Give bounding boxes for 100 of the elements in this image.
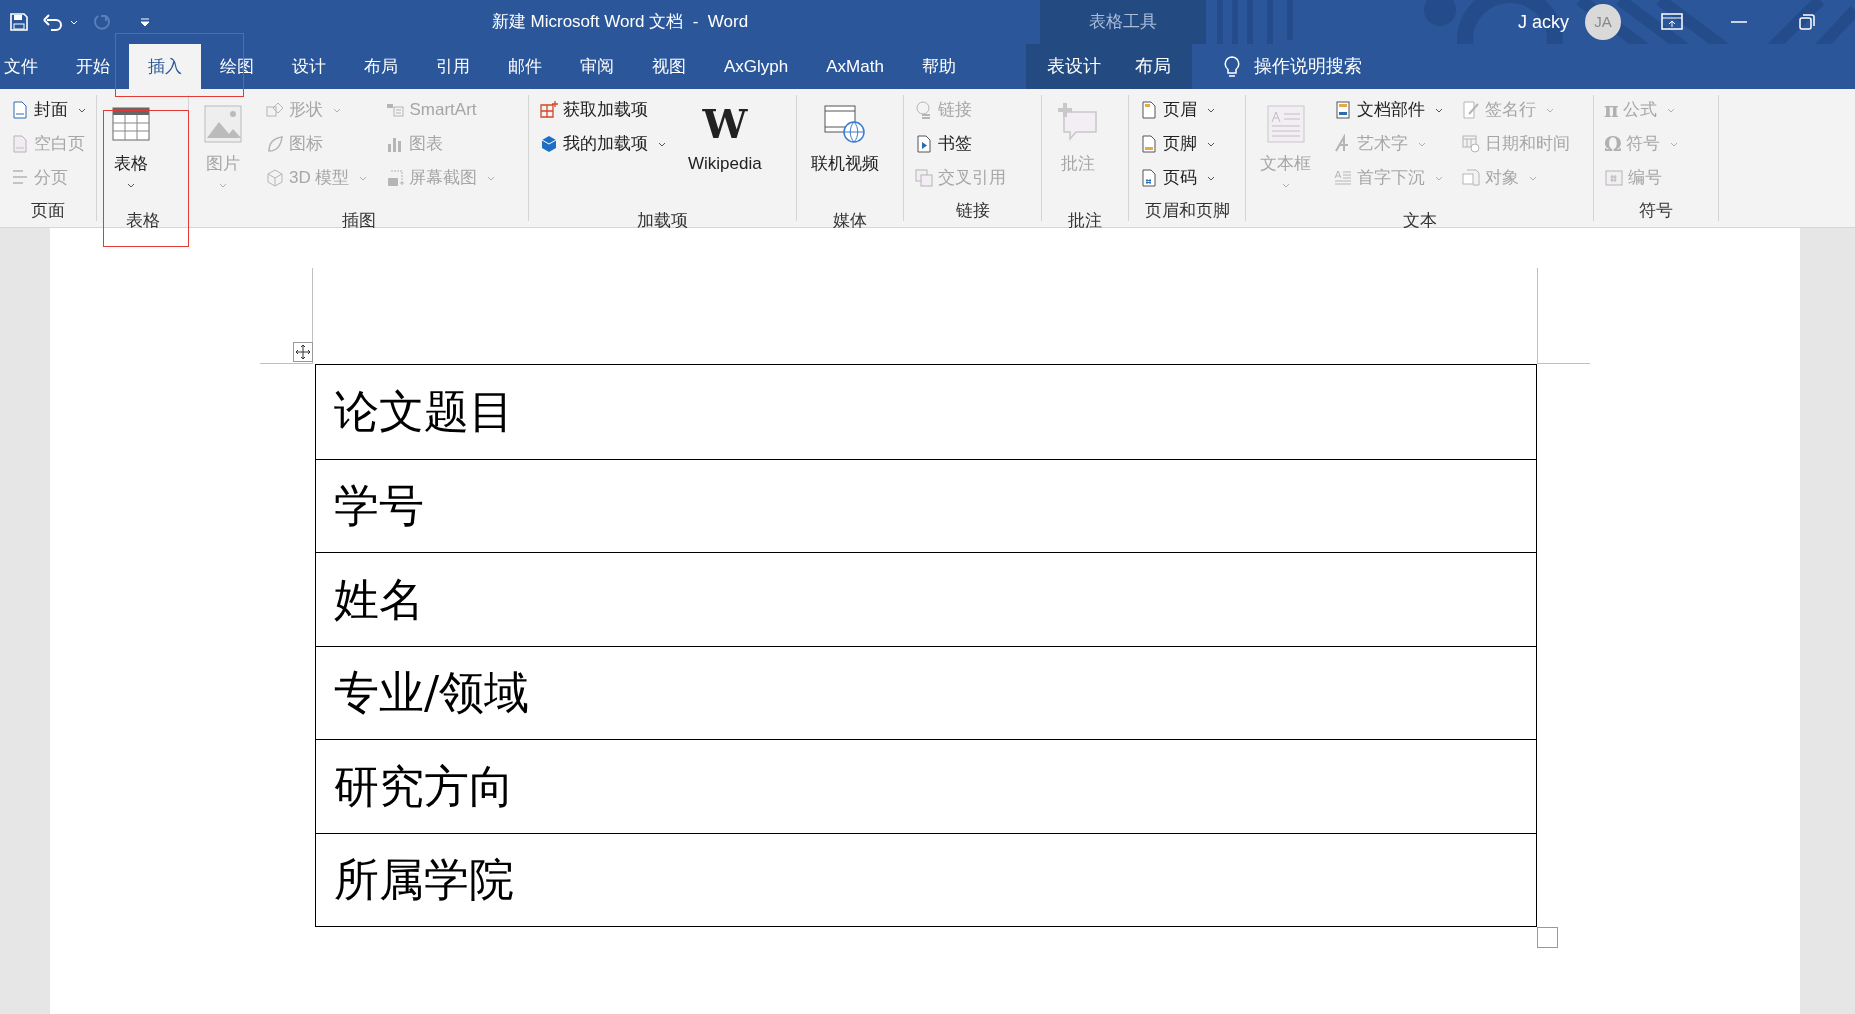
caret-icon bbox=[1435, 175, 1443, 181]
undo-icon[interactable] bbox=[42, 13, 64, 31]
cube-icon bbox=[265, 168, 285, 188]
caret-icon bbox=[219, 183, 227, 188]
group-label: 页面 bbox=[30, 201, 66, 221]
caret-icon bbox=[658, 141, 666, 147]
caret-icon bbox=[359, 175, 368, 181]
redo-icon bbox=[92, 12, 112, 32]
numbering-icon bbox=[1604, 168, 1624, 188]
table-cell: 研究方向 bbox=[316, 739, 1536, 833]
window-title: 新建 Microsoft Word 文档 - Word bbox=[491, 11, 749, 34]
caret-icon bbox=[1207, 175, 1215, 181]
ribbon-tab[interactable]: 设计 bbox=[273, 44, 345, 89]
shapes-icon bbox=[265, 100, 285, 120]
caret-icon bbox=[1435, 107, 1443, 113]
ribbon-button[interactable]: 我的加载项 bbox=[539, 127, 666, 161]
caret-icon[interactable] bbox=[70, 19, 78, 25]
object-icon bbox=[1461, 168, 1481, 188]
table-cell-text: 论文题目 bbox=[333, 384, 515, 440]
group-label: 链接 bbox=[954, 201, 991, 221]
ribbon-button[interactable]: 获取加载项 bbox=[539, 93, 666, 127]
ribbon-button[interactable]: 页码 bbox=[1139, 161, 1215, 195]
page-number-icon bbox=[1139, 168, 1159, 188]
ribbon-tab[interactable]: 布局 bbox=[345, 44, 417, 89]
symbol-icon: Ω bbox=[1604, 134, 1622, 154]
ribbon-button[interactable]: 书签 bbox=[914, 127, 1006, 161]
table-move-handle[interactable] bbox=[293, 342, 313, 362]
ribbon-button[interactable]: 页脚 bbox=[1139, 127, 1215, 161]
caret-icon bbox=[127, 183, 135, 188]
caret-icon bbox=[1669, 141, 1678, 147]
ribbon-button[interactable]: 表格 bbox=[107, 93, 155, 211]
minimize-icon[interactable] bbox=[1731, 20, 1747, 24]
caret-icon bbox=[1281, 183, 1290, 188]
ribbon-button[interactable]: 封面 bbox=[10, 93, 86, 127]
caret-icon bbox=[78, 107, 86, 113]
ribbon-tab[interactable]: AxMath bbox=[807, 44, 903, 89]
table-cell: 学号 bbox=[316, 458, 1536, 552]
caret-icon bbox=[1207, 141, 1215, 147]
ribbon-tab[interactable]: 插入 bbox=[129, 44, 201, 89]
group-label: 符号 bbox=[1638, 201, 1674, 221]
table-cell: 所属学院 bbox=[316, 832, 1536, 926]
customize-toolbar-icon[interactable] bbox=[140, 17, 150, 27]
video-icon bbox=[823, 102, 867, 146]
add-in-grid-icon bbox=[539, 100, 559, 120]
ribbon-tab[interactable]: 引用 bbox=[417, 44, 489, 89]
camera-icon bbox=[385, 168, 406, 188]
group-label: 表格 bbox=[124, 211, 161, 231]
lightbulb-icon bbox=[1224, 55, 1240, 78]
calendar-clock-icon bbox=[1461, 134, 1481, 154]
leaf-icon bbox=[265, 134, 285, 154]
ribbon-tab[interactable]: 视图 bbox=[633, 44, 705, 89]
ribbon-tab[interactable]: 开始 bbox=[57, 44, 129, 89]
bookmark-icon bbox=[914, 134, 934, 154]
group-label: 页眉和页脚 bbox=[1143, 201, 1231, 221]
picture-icon bbox=[203, 104, 243, 144]
group-label: 媒体 bbox=[832, 211, 868, 231]
table-cell: 姓名 bbox=[316, 552, 1536, 646]
caret-icon bbox=[487, 175, 496, 181]
caret-icon bbox=[1666, 107, 1675, 113]
group-label: 文本 bbox=[1401, 211, 1438, 231]
group-label: 批注 bbox=[1067, 211, 1103, 231]
tell-me-label: 操作说明搜索 bbox=[1254, 55, 1362, 78]
ribbon-tab[interactable]: 帮助 bbox=[902, 44, 975, 89]
caret-icon bbox=[1529, 175, 1537, 181]
table-resize-handle[interactable] bbox=[1537, 927, 1558, 948]
ribbon-tab[interactable]: 表设计 bbox=[1030, 44, 1118, 89]
save-icon[interactable] bbox=[10, 13, 28, 31]
ribbon-button[interactable]: W Wikipedia bbox=[684, 93, 766, 211]
drop-cap-icon bbox=[1333, 168, 1353, 188]
footer-icon bbox=[1139, 134, 1159, 154]
table-icon bbox=[111, 104, 151, 144]
document-parts-icon bbox=[1333, 100, 1353, 120]
ribbon-tab[interactable]: AxGlyph bbox=[705, 44, 808, 89]
ribbon-tab[interactable]: 邮件 bbox=[489, 44, 561, 89]
ribbon-tab[interactable]: 布局 bbox=[1118, 44, 1188, 89]
symbol-icon: π bbox=[1604, 100, 1619, 120]
group-label: 插图 bbox=[340, 211, 377, 231]
user-name[interactable]: J acky bbox=[1518, 8, 1569, 36]
ribbon-button[interactable]: 文档部件 bbox=[1333, 93, 1443, 127]
ribbon-button[interactable]: 页眉 bbox=[1139, 93, 1215, 127]
context-label: 表格工具 bbox=[1089, 11, 1157, 34]
ribbon-button[interactable]: 联机视频 bbox=[807, 93, 883, 211]
ribbon-tab[interactable]: 审阅 bbox=[561, 44, 633, 89]
restore-icon[interactable] bbox=[1799, 14, 1815, 30]
caret-icon bbox=[333, 107, 341, 113]
signature-icon bbox=[1461, 100, 1481, 120]
tell-me-search[interactable]: 操作说明搜索 bbox=[1192, 44, 1362, 89]
cube-icon bbox=[539, 134, 559, 154]
table-cell: 专业/领域 bbox=[316, 645, 1536, 739]
group-label: 加载项 bbox=[636, 211, 689, 231]
ribbon-display-options-icon[interactable] bbox=[1661, 13, 1683, 31]
page-icon bbox=[10, 134, 30, 154]
text-box-icon bbox=[1265, 104, 1306, 144]
cross-reference-icon bbox=[914, 168, 934, 188]
caret-icon bbox=[1207, 107, 1215, 113]
caret-icon bbox=[1418, 141, 1426, 147]
caret-icon bbox=[1546, 107, 1554, 113]
ribbon-tab[interactable]: 文件 bbox=[0, 44, 57, 89]
symbol-icon: W bbox=[702, 104, 748, 144]
header-icon bbox=[1139, 100, 1159, 120]
